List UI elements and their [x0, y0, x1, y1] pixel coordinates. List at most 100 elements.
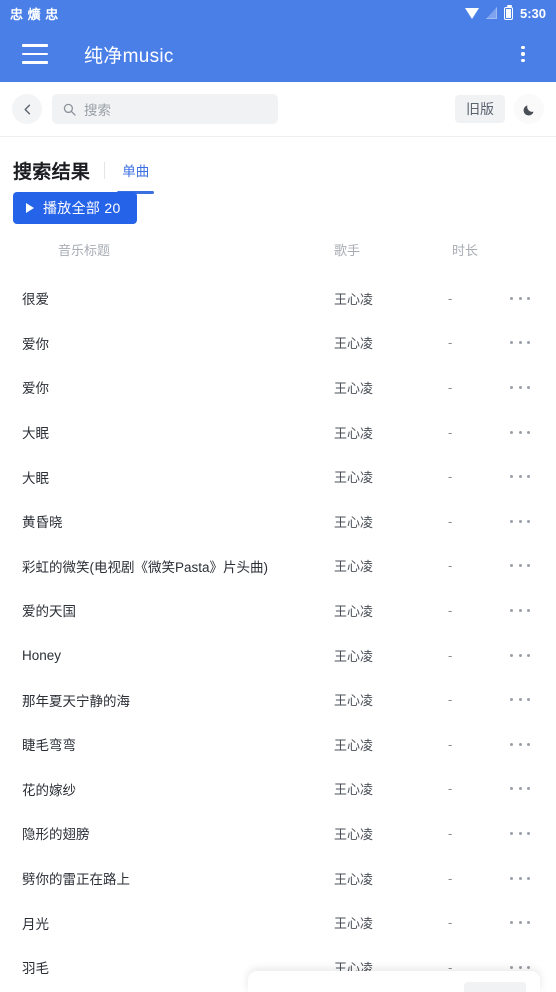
song-title: 大眠	[22, 426, 49, 442]
page-title: 搜索结果	[13, 161, 91, 183]
table-row[interactable]: 劈你的雷正在路上 王心凌 -	[0, 856, 556, 901]
play-all-button[interactable]: 播放全部 20	[13, 192, 137, 224]
tab-singles-label: 单曲	[122, 164, 150, 179]
song-list: 很爱 王心凌 - 爱你 王心凌 - 爱你 王心凌 - 大眠 王心凌 - 大眠 王心凌 - 黄昏晓 王心凌 - 彩虹的…	[0, 276, 556, 992]
more-horizontal-icon[interactable]	[510, 869, 530, 887]
column-header-duration: 时长	[452, 243, 479, 258]
song-duration: -	[448, 781, 453, 797]
back-button[interactable]	[12, 94, 42, 124]
play-triangle-icon	[26, 203, 34, 213]
song-duration: -	[448, 469, 453, 485]
more-horizontal-icon[interactable]	[510, 601, 530, 619]
song-title: 大眠	[22, 470, 49, 486]
song-title: 很爱	[22, 292, 49, 308]
song-artist: 王心凌	[334, 380, 374, 396]
legacy-version-button[interactable]: 旧版	[455, 95, 505, 123]
song-title: 爱你	[22, 381, 49, 397]
table-row[interactable]: 月光 王心凌 -	[0, 900, 556, 945]
more-horizontal-icon[interactable]	[510, 914, 530, 932]
table-row[interactable]: 黄昏晓 王心凌 -	[0, 499, 556, 544]
song-duration: -	[448, 647, 453, 663]
table-row[interactable]: 隐形的翅膀 王心凌 -	[0, 811, 556, 856]
more-horizontal-icon[interactable]	[510, 468, 530, 486]
status-bar-clock: 5:30	[519, 5, 546, 21]
song-duration: -	[448, 513, 453, 529]
song-artist: 王心凌	[334, 648, 374, 664]
song-duration: -	[448, 870, 453, 886]
wifi-icon	[464, 7, 479, 19]
song-duration: -	[448, 424, 453, 440]
search-bar: 搜索 旧版	[0, 82, 556, 137]
table-row[interactable]: 爱你 王心凌 -	[0, 321, 556, 366]
signal-icon	[485, 7, 497, 19]
song-artist: 王心凌	[334, 291, 374, 307]
song-title: 彩虹的微笑(电视剧《微笑Pasta》片头曲)	[22, 559, 269, 575]
song-duration: -	[448, 335, 453, 351]
more-horizontal-icon[interactable]	[510, 334, 530, 352]
app-root: 忠 爌 忠 5:30 纯净music 搜索 旧版 搜索结果 单曲 播放全部 20…	[0, 0, 556, 992]
song-duration: -	[448, 602, 453, 618]
song-artist: 王心凌	[334, 559, 374, 575]
play-all-label: 播放全部 20	[43, 200, 121, 216]
search-icon	[63, 103, 76, 116]
song-title: 那年夏天宁静的海	[22, 693, 130, 709]
table-row[interactable]: 爱你 王心凌 -	[0, 365, 556, 410]
song-duration: -	[448, 915, 453, 931]
kebab-menu-icon[interactable]	[512, 43, 534, 65]
more-horizontal-icon[interactable]	[510, 557, 530, 575]
hamburger-menu-icon[interactable]	[22, 44, 48, 64]
song-artist: 王心凌	[334, 425, 374, 441]
table-row[interactable]: 那年夏天宁静的海 王心凌 -	[0, 677, 556, 722]
header-divider	[104, 161, 106, 179]
table-row[interactable]: Honey 王心凌 -	[0, 633, 556, 678]
song-title: 劈你的雷正在路上	[22, 872, 130, 888]
search-input[interactable]: 搜索	[52, 94, 278, 124]
more-horizontal-icon[interactable]	[510, 378, 530, 396]
song-artist: 王心凌	[334, 693, 374, 709]
song-artist: 王心凌	[334, 782, 374, 798]
song-artist: 王心凌	[334, 470, 374, 486]
song-artist: 王心凌	[334, 916, 374, 932]
song-duration: -	[448, 290, 453, 306]
more-horizontal-icon[interactable]	[510, 423, 530, 441]
table-row[interactable]: 花的嫁纱 王心凌 -	[0, 767, 556, 812]
more-horizontal-icon[interactable]	[510, 289, 530, 307]
app-bar: 纯净music	[0, 26, 556, 82]
song-artist: 王心凌	[334, 871, 374, 887]
song-duration: -	[448, 736, 453, 752]
status-bar: 忠 爌 忠 5:30	[0, 0, 556, 26]
song-artist: 王心凌	[334, 603, 374, 619]
more-horizontal-icon[interactable]	[510, 780, 530, 798]
table-row[interactable]: 大眠 王心凌 -	[0, 454, 556, 499]
chevron-left-icon	[24, 104, 30, 114]
tab-singles[interactable]: 单曲	[117, 160, 155, 194]
table-row[interactable]: 彩虹的微笑(电视剧《微笑Pasta》片头曲) 王心凌 -	[0, 544, 556, 589]
column-header-artist: 歌手	[334, 243, 361, 258]
table-row[interactable]: 爱的天国 王心凌 -	[0, 588, 556, 633]
song-title: 黄昏晓	[22, 515, 63, 531]
column-header-title: 音乐标题	[58, 243, 111, 258]
more-horizontal-icon[interactable]	[510, 691, 530, 709]
song-artist: 王心凌	[334, 737, 374, 753]
song-title: 爱的天国	[22, 604, 76, 620]
bottom-sheet-card[interactable]	[248, 971, 540, 992]
table-row[interactable]: 大眠 王心凌 -	[0, 410, 556, 455]
song-title: 羽毛	[22, 961, 49, 977]
search-placeholder: 搜索	[84, 103, 111, 118]
more-horizontal-icon[interactable]	[510, 646, 530, 664]
table-row[interactable]: 很爱 王心凌 -	[0, 276, 556, 321]
more-horizontal-icon[interactable]	[510, 735, 530, 753]
table-row[interactable]: 睫毛弯弯 王心凌 -	[0, 722, 556, 767]
battery-icon	[503, 4, 513, 20]
song-title: 月光	[22, 916, 49, 932]
song-title: 睫毛弯弯	[22, 738, 76, 754]
song-artist: 王心凌	[334, 826, 374, 842]
bottom-sheet-chip	[464, 982, 526, 992]
song-title: 隐形的翅膀	[22, 827, 90, 843]
theme-toggle-button[interactable]	[514, 94, 544, 124]
more-horizontal-icon[interactable]	[510, 824, 530, 842]
more-horizontal-icon[interactable]	[510, 512, 530, 530]
song-duration: -	[448, 692, 453, 708]
results-header: 搜索结果 单曲	[0, 150, 556, 194]
song-title: Honey	[22, 647, 62, 663]
